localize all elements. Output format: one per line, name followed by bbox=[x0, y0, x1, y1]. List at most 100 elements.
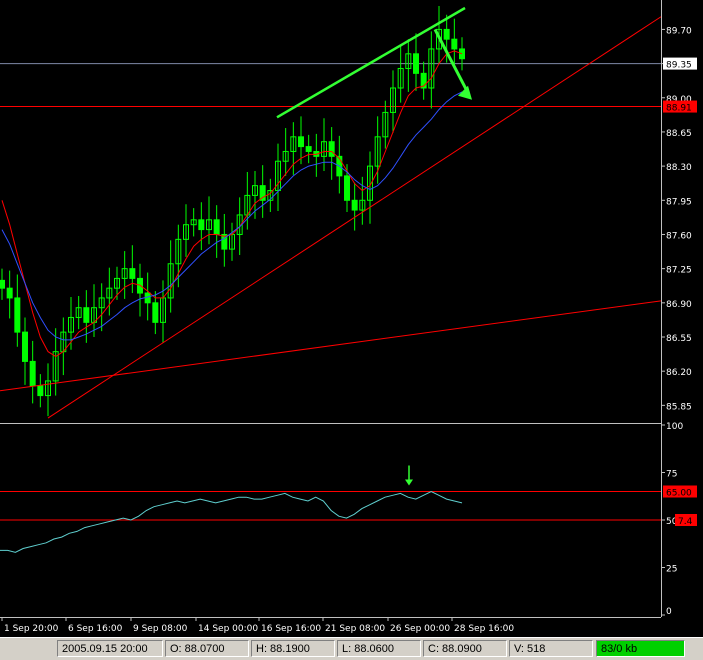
candle bbox=[229, 222, 235, 261]
time-tick-label: 26 Sep 00:00 bbox=[390, 624, 450, 634]
candle bbox=[121, 251, 128, 299]
candle-body bbox=[0, 279, 5, 289]
status-low: L: 88.0600 bbox=[337, 640, 421, 657]
candle bbox=[52, 328, 59, 396]
candle-body bbox=[198, 219, 205, 231]
candle-body bbox=[37, 385, 44, 397]
candle-body bbox=[83, 307, 90, 323]
status-open: O: 88.0700 bbox=[165, 640, 249, 657]
time-tick-label: 9 Sep 08:00 bbox=[133, 624, 188, 634]
uptrend-line-steep bbox=[47, 16, 662, 419]
candle bbox=[382, 100, 389, 149]
status-bar: 2005.09.15 20:00 O: 88.0700 H: 88.1900 L… bbox=[0, 637, 703, 660]
candle bbox=[390, 70, 396, 133]
candle bbox=[190, 208, 197, 237]
oscillator-tick-label: 25 bbox=[666, 565, 677, 575]
candle bbox=[75, 295, 82, 330]
price-panel[interactable]: 89.7089.3589.0088.6588.3087.9587.6087.25… bbox=[0, 5, 697, 419]
candle-body bbox=[29, 360, 36, 387]
uptrend-line-shallow bbox=[0, 300, 662, 392]
candle bbox=[37, 374, 44, 408]
current-price-label: 89.35 bbox=[666, 61, 692, 71]
price-tick-label: 86.90 bbox=[666, 300, 692, 310]
oscillator-line bbox=[0, 490, 463, 553]
price-tick-label: 88.65 bbox=[666, 129, 692, 139]
price-tick-label: 85.85 bbox=[666, 402, 692, 412]
status-high: H: 88.1900 bbox=[251, 640, 335, 657]
candle bbox=[6, 270, 13, 319]
candle bbox=[420, 61, 427, 100]
candle bbox=[428, 31, 435, 109]
status-date: 2005.09.15 20:00 bbox=[57, 640, 163, 657]
candle-body bbox=[413, 53, 419, 74]
oscillator-axis: 100755025065.007.4 bbox=[661, 422, 697, 617]
candle bbox=[98, 283, 105, 332]
candle bbox=[0, 268, 5, 300]
candle bbox=[198, 202, 205, 251]
candle bbox=[206, 196, 212, 245]
candle-body bbox=[6, 287, 13, 299]
candle bbox=[305, 134, 312, 164]
candle bbox=[14, 274, 21, 347]
candle bbox=[459, 37, 465, 71]
price-tick-label: 86.55 bbox=[666, 334, 692, 344]
candle bbox=[267, 178, 274, 213]
price-tick-label: 86.20 bbox=[666, 368, 692, 378]
candle bbox=[367, 151, 373, 224]
oscillator-panel[interactable]: 100755025065.007.4 bbox=[0, 422, 697, 617]
candle bbox=[45, 363, 51, 417]
candle bbox=[397, 45, 404, 103]
candle-body bbox=[344, 175, 350, 201]
candle bbox=[313, 133, 320, 177]
oscillator-arrow-head bbox=[405, 479, 413, 486]
candle bbox=[259, 165, 266, 218]
candle bbox=[29, 340, 36, 404]
candle bbox=[167, 240, 174, 313]
level-high-label: 65.00 bbox=[666, 489, 692, 499]
price-tick-label: 87.60 bbox=[666, 231, 692, 241]
time-tick-label: 21 Sep 08:00 bbox=[325, 624, 385, 634]
price-tick-label: 87.95 bbox=[666, 197, 692, 207]
time-tick-label: 16 Sep 16:00 bbox=[261, 624, 321, 634]
resistance-line bbox=[276, 6, 466, 119]
candle-body bbox=[14, 297, 21, 333]
candle bbox=[60, 317, 67, 376]
time-tick-label: 1 Sep 20:00 bbox=[4, 624, 59, 634]
price-tick-label: 88.30 bbox=[666, 163, 692, 173]
candle bbox=[22, 317, 28, 385]
candle-body bbox=[298, 136, 304, 148]
status-traffic: 83/0 kb bbox=[596, 640, 685, 657]
price-axis: 89.7089.3589.0088.6588.3087.9587.6087.25… bbox=[661, 26, 697, 412]
support-level-label: 88.91 bbox=[666, 104, 692, 114]
price-tick-label: 87.25 bbox=[666, 266, 692, 276]
time-tick-label: 28 Sep 16:00 bbox=[454, 624, 514, 634]
candle-body bbox=[459, 48, 465, 60]
candle bbox=[213, 205, 220, 258]
candle-body bbox=[22, 331, 28, 362]
candle bbox=[413, 33, 419, 91]
candle bbox=[351, 182, 358, 231]
candle-body bbox=[259, 185, 266, 201]
candle-body bbox=[443, 28, 450, 40]
status-volume: V: 518 bbox=[509, 640, 593, 657]
oscillator-tick-label: 100 bbox=[666, 422, 683, 432]
candle bbox=[129, 245, 136, 294]
candle bbox=[405, 39, 412, 92]
candle bbox=[137, 263, 143, 317]
time-tick-label: 14 Sep 00:00 bbox=[198, 624, 258, 634]
candle-body bbox=[213, 219, 220, 235]
candles-group bbox=[0, 5, 465, 417]
candle bbox=[282, 128, 289, 176]
candle-body bbox=[328, 141, 335, 157]
price-tick-label: 89.70 bbox=[666, 26, 692, 36]
oscillator-tick-label: 75 bbox=[666, 470, 677, 480]
status-close: C: 88.0900 bbox=[423, 640, 507, 657]
time-axis: 1 Sep 20:00 6 Sep 16:00 9 Sep 08:00 14 Sep … bbox=[1, 617, 514, 634]
candle-body bbox=[451, 38, 458, 50]
chart-area[interactable]: 89.7089.3589.0088.6588.3087.9587.6087.25… bbox=[0, 0, 703, 637]
candle bbox=[106, 267, 113, 316]
time-tick-label: 6 Sep 16:00 bbox=[68, 624, 123, 634]
candle-body bbox=[305, 146, 312, 152]
candle bbox=[275, 143, 281, 212]
candle-body bbox=[129, 268, 136, 279]
